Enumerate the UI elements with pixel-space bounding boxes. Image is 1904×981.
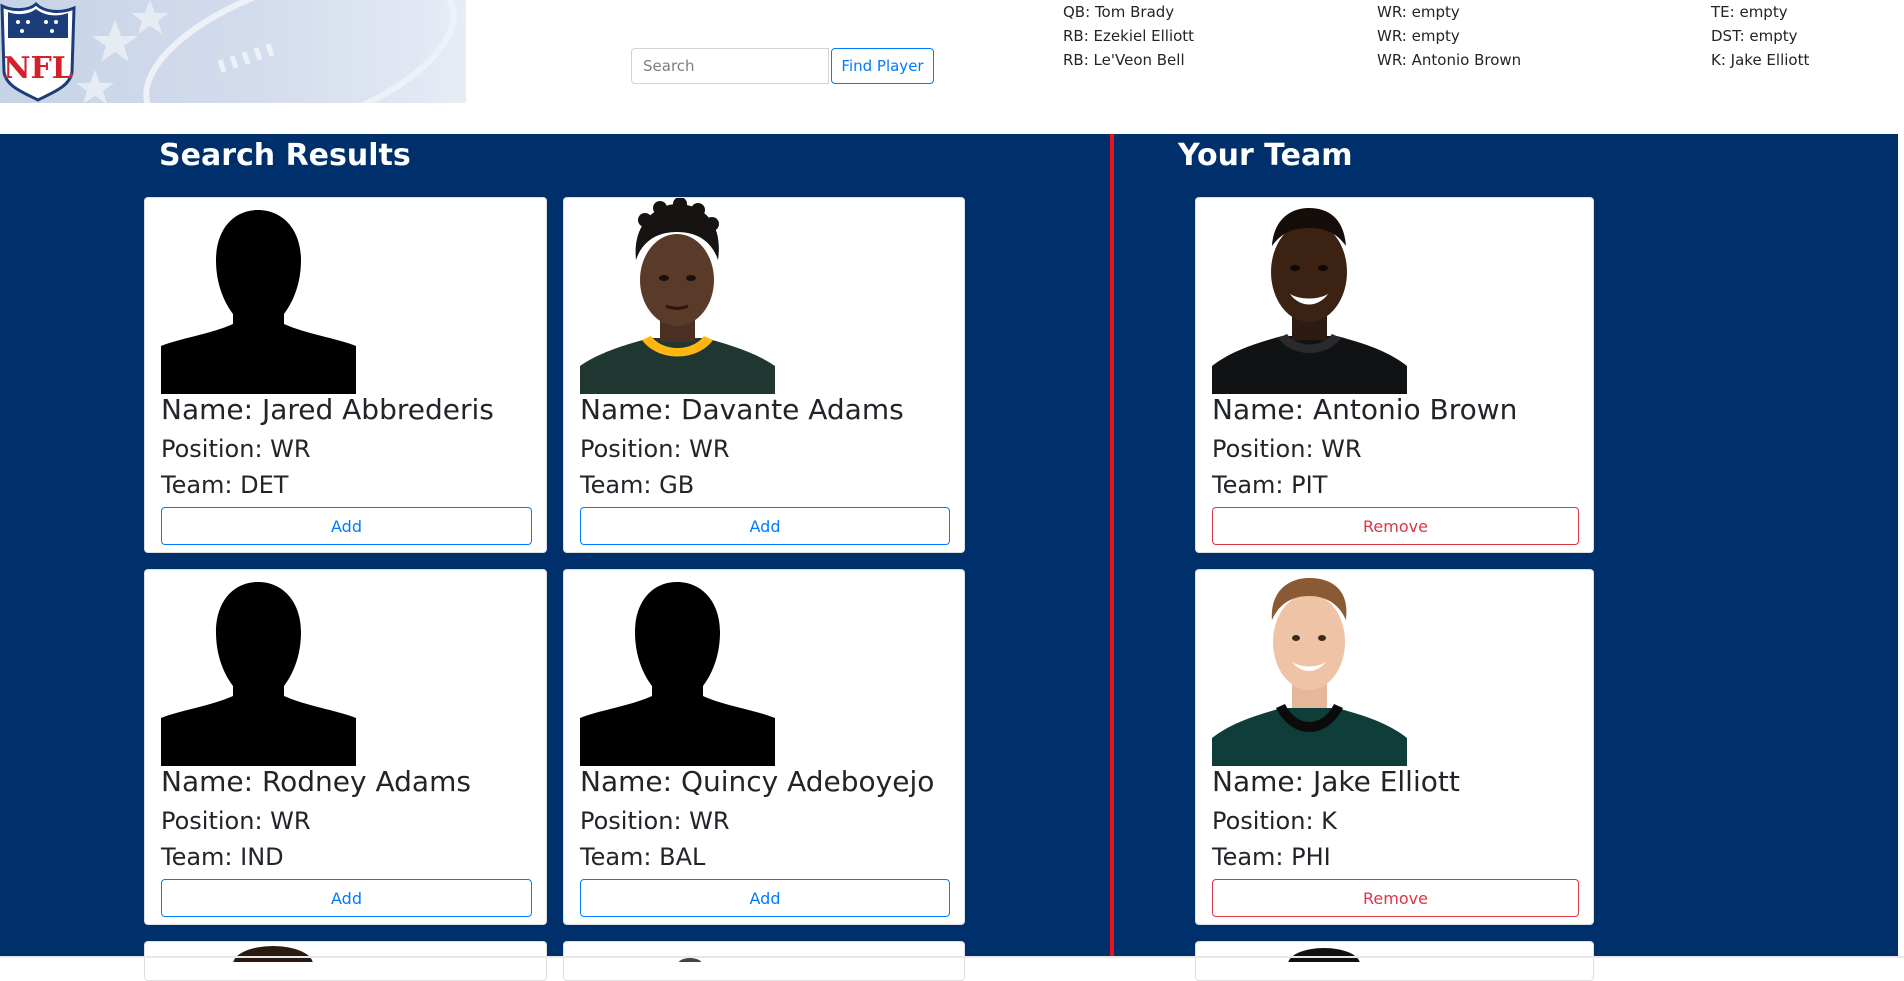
find-player-button[interactable]: Find Player [831,48,934,84]
player-name: Name: Jared Abbrederis [161,393,494,426]
player-team: Team: BAL [580,843,706,871]
remove-player-button[interactable]: Remove [1212,507,1579,545]
player-name: Name: Quincy Adeboyejo [580,765,935,798]
player-silhouette-icon [161,570,356,766]
add-player-button[interactable]: Add [580,507,950,545]
roster-slot-wr1: WR: empty [1377,3,1460,21]
player-team: Team: GB [580,471,695,499]
search-input[interactable] [631,48,829,84]
player-position: Position: WR [161,807,311,835]
page-edge [1898,0,1904,958]
player-photo [580,198,775,394]
player-card-partial [563,941,965,981]
player-silhouette-icon [580,570,775,766]
roster-slot-dst: DST: empty [1711,27,1798,45]
team-player-card-partial [1195,941,1594,981]
roster-slot-wr3: WR: Antonio Brown [1377,51,1522,69]
player-photo [1212,570,1407,766]
roster-slot-wr2: WR: empty [1377,27,1460,45]
player-name: Name: Antonio Brown [1212,393,1518,426]
roster-slot-k: K: Jake Elliott [1711,51,1810,69]
page-header: NFL Find Player QB: Tom Brady RB: Ezekie… [0,0,1904,134]
your-team-title: Your Team [1178,138,1353,173]
header-banner: NFL [0,0,466,103]
player-card-partial [144,941,547,981]
player-team: Team: PIT [1212,471,1328,499]
add-player-button[interactable]: Add [580,879,950,917]
player-team: Team: IND [161,843,284,871]
roster-slot-rb2: RB: Le'Veon Bell [1063,51,1185,69]
roster-slot-rb1: RB: Ezekiel Elliott [1063,27,1195,45]
player-silhouette-icon [161,198,356,394]
banner-graphic: NFL [0,0,457,103]
team-player-card: Name: Antonio Brown Position: WR Team: P… [1195,197,1594,553]
roster-slot-te: TE: empty [1711,3,1788,21]
player-team: Team: DET [161,471,289,499]
player-photo [233,946,313,962]
player-photo [1288,948,1360,962]
player-position: Position: WR [580,807,730,835]
player-position: Position: K [1212,807,1337,835]
add-player-button[interactable]: Add [161,879,532,917]
player-card: Name: Davante Adams Position: WR Team: G… [563,197,965,553]
player-photo [1212,198,1407,394]
player-card: Name: Rodney Adams Position: WR Team: IN… [144,569,547,925]
team-player-card: Name: Jake Elliott Position: K Team: PHI… [1195,569,1594,925]
player-card: Name: Jared Abbrederis Position: WR Team… [144,197,547,553]
column-divider [1110,134,1114,957]
roster-slot-qb: QB: Tom Brady [1063,3,1175,21]
player-photo [678,958,702,962]
player-position: Position: WR [161,435,311,463]
player-name: Name: Jake Elliott [1212,765,1460,798]
remove-player-button[interactable]: Remove [1212,879,1579,917]
player-card: Name: Quincy Adeboyejo Position: WR Team… [563,569,965,925]
svg-text:NFL: NFL [3,51,73,86]
nfl-logo-icon: NFL [0,1,76,102]
search-results-title: Search Results [159,138,411,173]
player-team: Team: PHI [1212,843,1331,871]
add-player-button[interactable]: Add [161,507,532,545]
player-name: Name: Davante Adams [580,393,904,426]
player-position: Position: WR [580,435,730,463]
player-position: Position: WR [1212,435,1362,463]
player-name: Name: Rodney Adams [161,765,471,798]
